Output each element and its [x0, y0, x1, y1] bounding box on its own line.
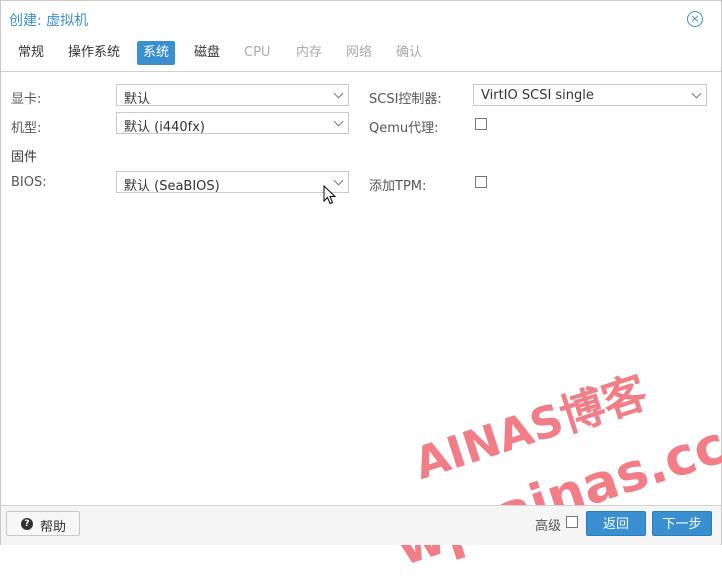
scsi-controller-value: VirtIO SCSI single [481, 88, 594, 103]
next-button[interactable]: 下一步 [652, 511, 712, 536]
bios-label: BIOS: [11, 175, 47, 190]
scsi-controller-select[interactable]: VirtIO SCSI single [473, 84, 707, 106]
dialog-footer: ? 帮助 高级 返回 下一步 [1, 505, 721, 545]
tab-os[interactable]: 操作系统 [62, 41, 126, 65]
qemu-agent-label: Qemu代理: [369, 121, 439, 136]
help-button[interactable]: ? 帮助 [6, 511, 80, 536]
tab-bar: 常规 操作系统 系统 磁盘 CPU 内存 网络 确认 [1, 41, 721, 67]
machine-value: 默认 (i440fx) [124, 120, 205, 135]
chevron-down-icon [333, 116, 344, 127]
back-button[interactable]: 返回 [586, 511, 646, 536]
scsi-controller-label: SCSI控制器: [369, 92, 442, 107]
graphics-value: 默认 [124, 92, 151, 107]
tab-confirm: 确认 [396, 45, 423, 60]
tab-memory: 内存 [296, 45, 323, 60]
graphics-label: 显卡: [11, 92, 42, 107]
help-label: 帮助 [40, 520, 67, 535]
tab-general[interactable]: 常规 [12, 41, 50, 65]
tab-cpu: CPU [244, 45, 271, 60]
dialog-title: 创建: 虚拟机 [9, 13, 89, 29]
firmware-heading: 固件 [11, 150, 38, 165]
help-icon: ? [21, 518, 33, 530]
add-tpm-checkbox[interactable] [475, 176, 487, 188]
create-vm-dialog: 创建: 虚拟机 × 常规 操作系统 系统 磁盘 CPU 内存 网络 确认 显卡:… [0, 0, 722, 578]
tab-disks[interactable]: 磁盘 [188, 41, 226, 65]
graphics-select[interactable]: 默认 [116, 84, 349, 107]
machine-label: 机型: [11, 121, 42, 136]
mouse-cursor-icon [323, 185, 337, 205]
qemu-agent-checkbox[interactable] [475, 118, 487, 130]
machine-select[interactable]: 默认 (i440fx) [116, 112, 349, 135]
advanced-label: 高级 [535, 519, 562, 534]
tab-network: 网络 [346, 45, 373, 60]
chevron-down-icon [333, 175, 344, 186]
tab-system[interactable]: 系统 [137, 41, 176, 65]
bios-value: 默认 (SeaBIOS) [124, 179, 220, 194]
tab-divider [1, 71, 721, 72]
bios-select[interactable]: 默认 (SeaBIOS) [116, 171, 349, 194]
chevron-down-icon [333, 88, 344, 99]
advanced-checkbox[interactable] [566, 516, 578, 528]
add-tpm-label: 添加TPM: [369, 179, 427, 194]
close-icon[interactable]: × [687, 11, 703, 27]
chevron-down-icon [691, 88, 702, 99]
dialog-header: 创建: 虚拟机 × [1, 1, 721, 37]
